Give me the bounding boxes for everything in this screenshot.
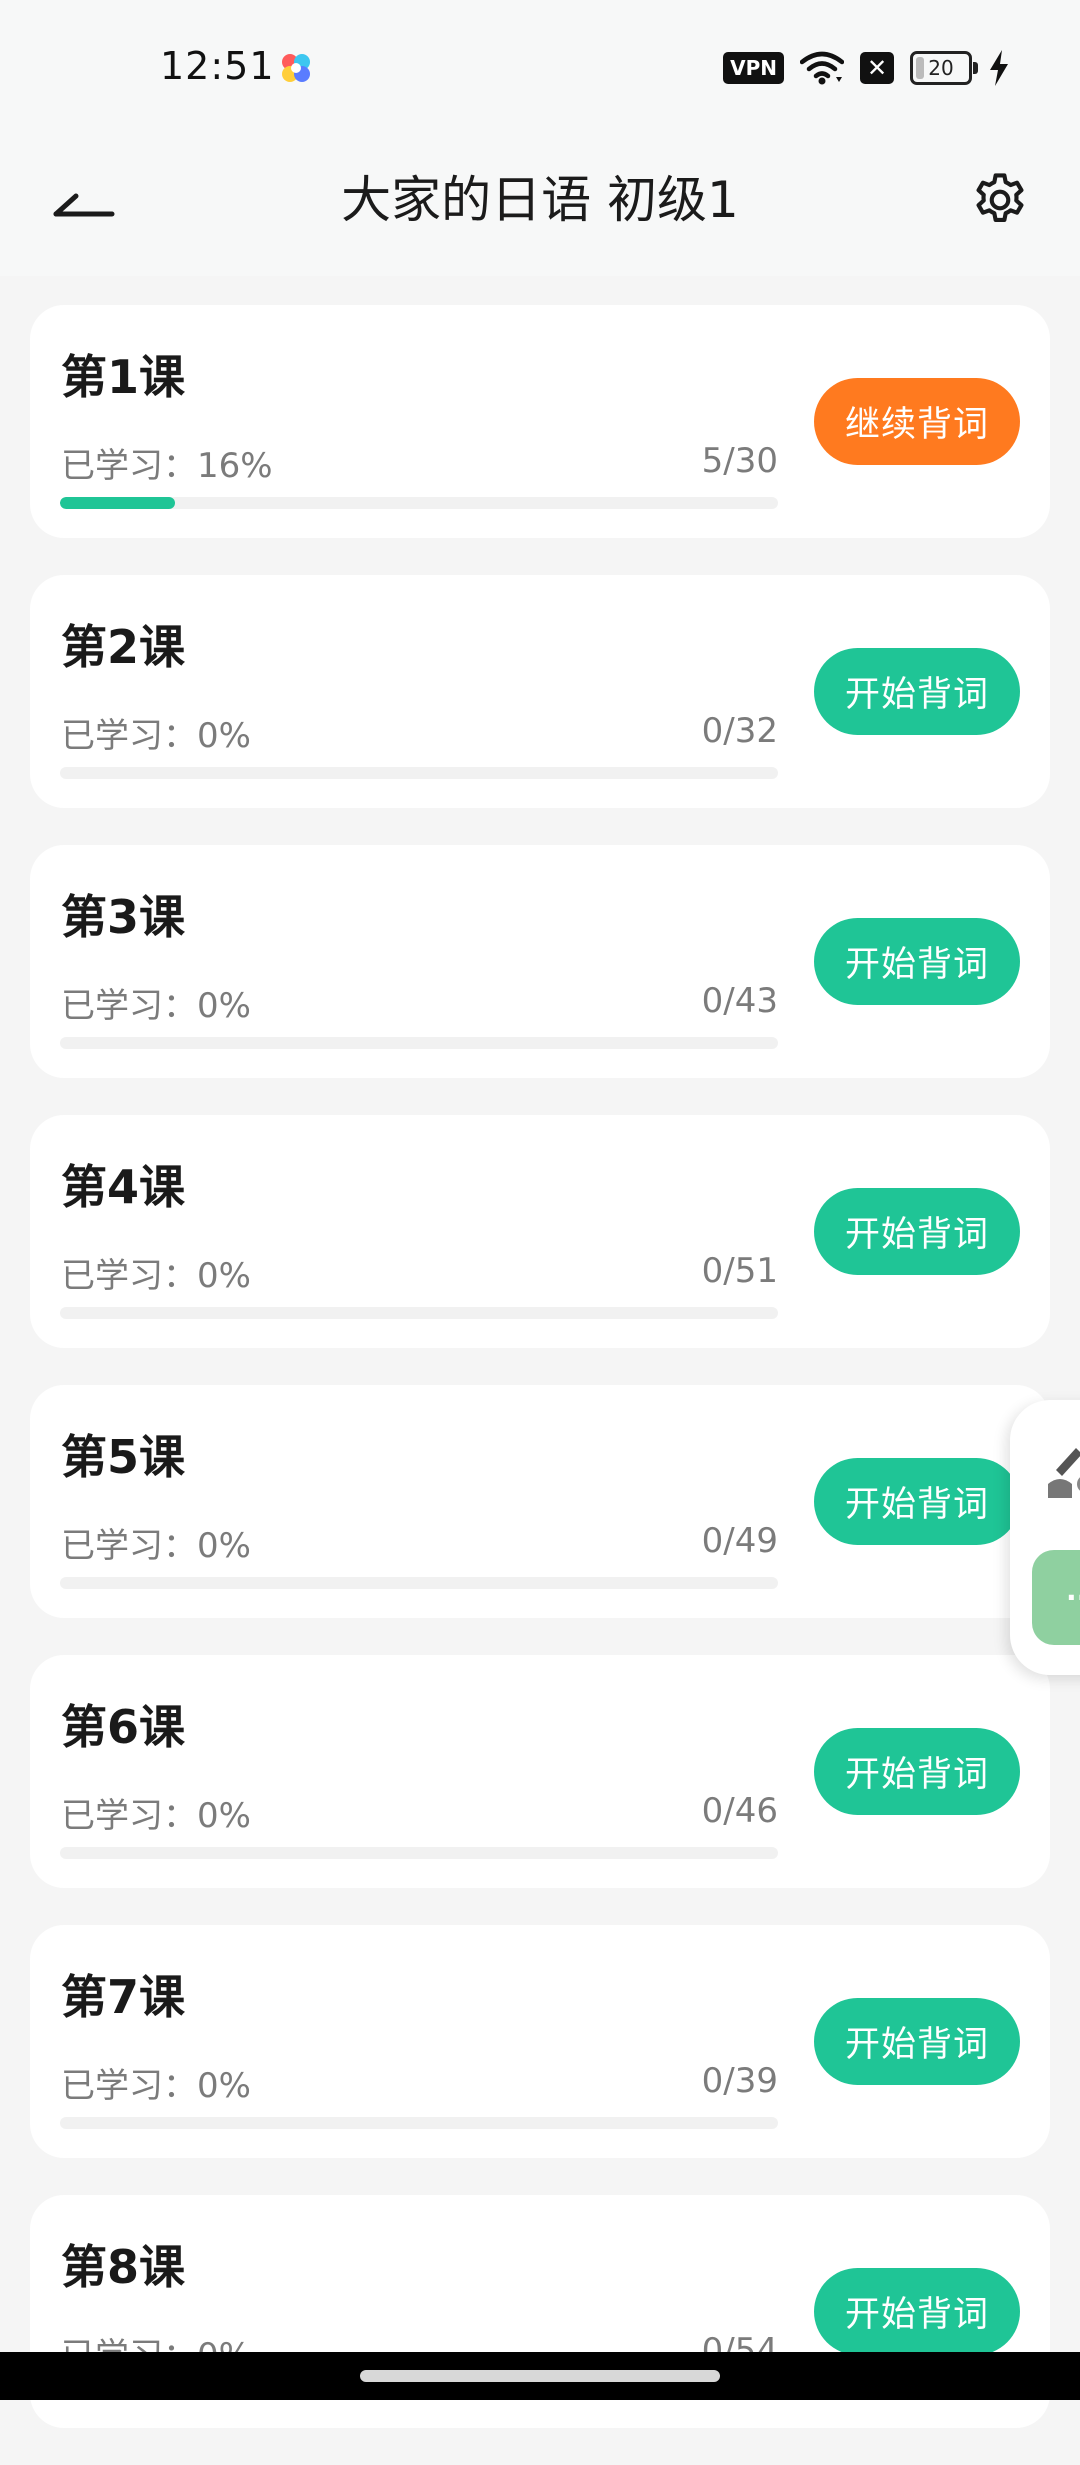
gear-icon — [976, 173, 1024, 222]
system-nav-bar — [0, 2352, 1080, 2400]
header: 大家的日语 初级1 — [0, 130, 1080, 276]
word-count: 0/43 — [701, 981, 778, 1021]
start-memorize-button[interactable]: 开始背词 — [814, 2268, 1020, 2355]
start-memorize-button[interactable]: 开始背词 — [814, 1188, 1020, 1275]
lesson-card[interactable]: 第4课 已学习：0% 0/51 开始背词 — [30, 1115, 1050, 1348]
battery-level: 20 — [928, 56, 954, 80]
assistant-icon[interactable] — [1046, 1440, 1080, 1500]
lesson-title: 第8课 — [61, 2240, 186, 2294]
lesson-card[interactable]: 第5课 已学习：0% 0/49 开始背词 — [30, 1385, 1050, 1618]
lesson-card[interactable]: 第6课 已学习：0% 0/46 开始背词 — [30, 1655, 1050, 1888]
vpn-icon: VPN — [723, 52, 784, 84]
chat-button[interactable]: ·· — [1032, 1550, 1080, 1645]
lesson-title: 第4课 — [61, 1160, 186, 1214]
progress-bar — [60, 2117, 778, 2129]
lesson-title: 第5课 — [61, 1430, 186, 1484]
word-count: 0/49 — [701, 1521, 778, 1561]
lesson-title: 第6课 — [61, 1700, 186, 1754]
learned-percent: 已学习：0% — [61, 1526, 251, 1566]
start-memorize-button[interactable]: 开始背词 — [814, 1458, 1020, 1545]
start-memorize-button[interactable]: 开始背词 — [814, 1728, 1020, 1815]
start-memorize-button[interactable]: 开始背词 — [814, 918, 1020, 1005]
wifi-icon — [800, 51, 844, 85]
learned-percent: 已学习：0% — [61, 1256, 251, 1296]
chat-icon: ·· — [1066, 1581, 1080, 1614]
start-memorize-button[interactable]: 开始背词 — [814, 1998, 1020, 2085]
progress-bar — [60, 1037, 778, 1049]
lesson-title: 第1课 — [61, 350, 186, 404]
status-icons: VPN ✕ 20 — [723, 48, 1010, 88]
home-gesture-handle[interactable] — [360, 2370, 720, 2382]
progress-fill — [60, 497, 175, 509]
charging-icon — [990, 50, 1008, 86]
progress-bar — [60, 1577, 778, 1589]
app-icon — [282, 54, 310, 82]
lesson-title: 第7课 — [61, 1970, 186, 2024]
learned-percent: 已学习：0% — [61, 986, 251, 1026]
learned-percent: 已学习：16% — [61, 446, 273, 486]
settings-button[interactable] — [960, 160, 1040, 240]
learned-percent: 已学习：0% — [61, 1796, 251, 1836]
lesson-title: 第2课 — [61, 620, 186, 674]
learned-percent: 已学习：0% — [61, 2066, 251, 2106]
learned-percent: 已学习：0% — [61, 716, 251, 756]
start-memorize-button[interactable]: 开始背词 — [814, 648, 1020, 735]
word-count: 0/51 — [701, 1251, 778, 1291]
lesson-card[interactable]: 第3课 已学习：0% 0/43 开始背词 — [30, 845, 1050, 1078]
progress-bar — [60, 1847, 778, 1859]
status-bar: 12:51 VPN ✕ 20 — [0, 0, 1080, 130]
lesson-card[interactable]: 第7课 已学习：0% 0/39 开始背词 — [30, 1925, 1050, 2158]
lesson-list: 第1课 已学习：16% 5/30 继续背词 第2课 已学习：0% 0/32 开始… — [30, 305, 1050, 2465]
continue-memorize-button[interactable]: 继续背词 — [814, 378, 1020, 465]
progress-bar — [60, 767, 778, 779]
lesson-card[interactable]: 第1课 已学习：16% 5/30 继续背词 — [30, 305, 1050, 538]
progress-bar — [60, 1307, 778, 1319]
word-count: 5/30 — [701, 441, 778, 481]
word-count: 0/32 — [701, 711, 778, 751]
word-count: 0/46 — [701, 1791, 778, 1831]
sim-off-icon: ✕ — [860, 52, 894, 84]
status-time: 12:51 — [160, 44, 275, 88]
lesson-title: 第3课 — [61, 890, 186, 944]
progress-bar — [60, 497, 778, 509]
word-count: 0/39 — [701, 2061, 778, 2101]
page-title: 大家的日语 初级1 — [341, 171, 739, 229]
battery-icon: 20 — [910, 51, 978, 85]
lesson-card[interactable]: 第2课 已学习：0% 0/32 开始背词 — [30, 575, 1050, 808]
floating-assistant-widget[interactable]: ·· — [1010, 1400, 1080, 1675]
